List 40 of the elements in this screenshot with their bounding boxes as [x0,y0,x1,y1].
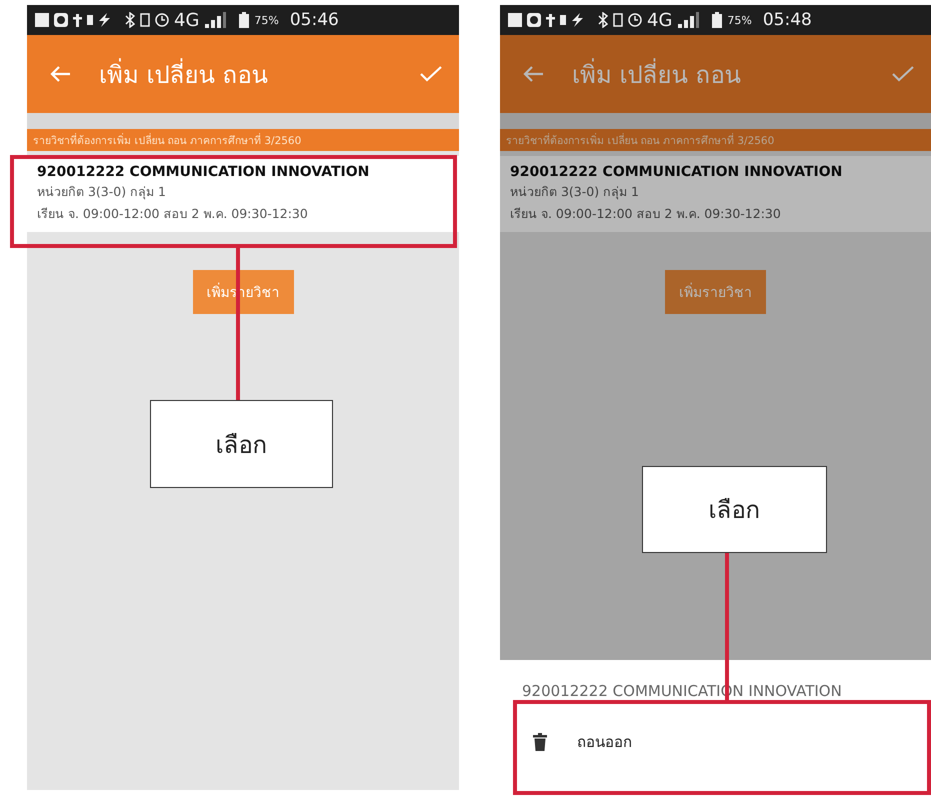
lightning-icon [98,13,110,27]
section-header: รายวิชาที่ต้องการเพิ่ม เปลี่ยน ถอน ภาคการศึกษาที่ 3/2560 [27,129,459,151]
course-title: 920012222 COMMUNICATION INNOVATION [510,164,844,180]
signal-icon [204,11,226,29]
status-time: 05:46 [290,10,339,30]
section-header: รายวิชาที่ต้องการเพิ่ม เปลี่ยน ถอน ภาคการศึกษาที่ 3/2560 [500,129,931,151]
vibrate-icon [613,13,623,27]
camera-app-icon [54,13,68,27]
bluetooth-icon [125,12,135,28]
battery-percent: 75% [727,14,752,26]
course-credits: หน่วยกิต 3(3-0) กลุ่ม 1 [37,183,167,202]
back-icon[interactable] [49,65,71,83]
battery-icon [712,12,722,28]
course-schedule: เรียน จ. 09:00-12:00 สอบ 2 พ.ค. 09:30-12:30 [510,205,782,223]
battery-icon [239,12,250,28]
status-time: 05:48 [762,10,812,30]
network-label: 4G [647,10,672,30]
app-title: เพิ่ม เปลี่ยน ถอน [99,54,419,94]
drop-menu-item[interactable]: ถอนออก [500,700,931,754]
battery-percent: 75% [254,14,279,26]
network-label: 4G [174,10,200,30]
app-title: เพิ่ม เปลี่ยน ถอน [572,54,891,94]
trash-icon [533,733,547,751]
callout-label: เลือก [642,466,827,553]
camera-app-icon [527,13,541,27]
course-schedule: เรียน จ. 09:00-12:00 สอบ 2 พ.ค. 09:30-12:30 [37,205,309,223]
alarm-icon [628,13,642,27]
callout-label: เลือก [150,400,333,488]
checkmark-icon[interactable] [419,65,443,83]
signal-icon [677,11,700,29]
course-title: 920012222 COMMUNICATION INNOVATION [37,164,370,180]
bluetooth-icon [598,12,608,28]
back-icon[interactable] [522,65,544,83]
alarm-icon [155,13,169,27]
lightning-icon [571,13,583,27]
checkmark-icon[interactable] [891,65,915,83]
course-card[interactable]: 920012222 COMMUNICATION INNOVATION หน่วยกิต 3(3-0) กลุ่ม 1 เรียน จ. 09:00-12:00 สอบ 2 พ.ค. 09:30-12:30 [500,156,931,232]
course-credits: หน่วยกิต 3(3-0) กลุ่ม 1 [510,183,640,202]
course-card[interactable]: 920012222 COMMUNICATION INNOVATION หน่วยกิต 3(3-0) กลุ่ม 1 เรียน จ. 09:00-12:00 สอบ 2 พ.ค. 09:30-12:30 [27,156,459,232]
vibrate-icon [140,13,150,27]
